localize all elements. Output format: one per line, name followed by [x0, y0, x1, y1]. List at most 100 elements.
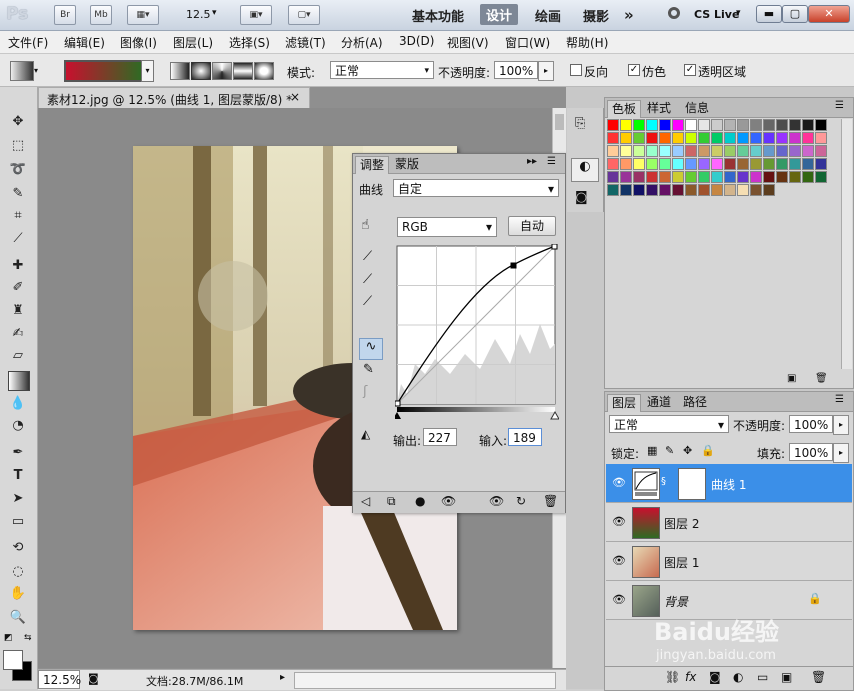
diamond-gradient-icon[interactable] [254, 62, 274, 80]
tab-styles[interactable]: 样式 [643, 100, 675, 117]
color-swatch[interactable] [815, 132, 827, 144]
blur-tool-icon[interactable]: 💧 [8, 395, 28, 413]
color-swatch[interactable] [802, 171, 814, 183]
tab-paths[interactable]: 路径 [679, 394, 711, 411]
color-swatch[interactable] [659, 158, 671, 170]
color-swatch[interactable] [802, 119, 814, 131]
tab-masks[interactable]: 蒙版 [391, 156, 423, 173]
lock-all-icon[interactable]: 🔒 [701, 444, 715, 457]
visibility-eye-icon[interactable]: 👁 [612, 554, 626, 567]
opacity-input[interactable]: 100% [494, 61, 538, 79]
move-tool-icon[interactable]: ✥ [8, 113, 28, 131]
color-swatch[interactable] [789, 132, 801, 144]
lock-transparency-icon[interactable]: ▦ [647, 444, 657, 457]
color-swatch[interactable] [620, 158, 632, 170]
masks-panel-icon[interactable]: ◙ [575, 190, 588, 205]
layer-style-icon[interactable]: fx [685, 670, 696, 684]
color-swatch[interactable] [685, 158, 697, 170]
layer-mask-thumbnail[interactable] [678, 468, 706, 500]
color-swatch[interactable] [685, 132, 697, 144]
color-swatch[interactable] [750, 158, 762, 170]
color-swatch[interactable] [607, 184, 619, 196]
color-swatch[interactable] [646, 171, 658, 183]
color-swatch[interactable] [620, 184, 632, 196]
color-swatch[interactable] [711, 132, 723, 144]
color-swatch[interactable] [620, 171, 632, 183]
arrange-documents-icon[interactable]: ▣▾ [240, 5, 272, 25]
color-swatch[interactable] [698, 171, 710, 183]
visibility-eye-icon[interactable]: 👁 [612, 476, 626, 489]
layer-row-layer2[interactable]: 👁 图层 2 [606, 503, 852, 542]
color-swatch[interactable] [633, 158, 645, 170]
layer-opacity-input[interactable]: 100% [789, 415, 833, 433]
black-point-eyedropper-icon[interactable]: ⟋ [363, 249, 372, 264]
color-swatch[interactable] [750, 184, 762, 196]
radial-gradient-icon[interactable] [191, 62, 211, 80]
color-swatch[interactable] [763, 119, 775, 131]
color-swatch[interactable] [685, 145, 697, 157]
color-swatch[interactable] [620, 132, 632, 144]
color-swatch[interactable] [607, 119, 619, 131]
swatch-grid[interactable] [607, 119, 837, 204]
color-swatch[interactable] [698, 158, 710, 170]
color-swatch[interactable] [724, 171, 736, 183]
workspace-painting[interactable]: 绘画 [535, 6, 561, 25]
color-swatch[interactable] [750, 132, 762, 144]
swatches-scrollbar[interactable] [841, 119, 852, 369]
color-swatch[interactable] [711, 184, 723, 196]
color-swatch[interactable] [672, 119, 684, 131]
color-swatch[interactable] [750, 119, 762, 131]
tab-layers[interactable]: 图层 [607, 394, 642, 412]
new-group-icon[interactable]: ▭ [757, 670, 768, 684]
link-icon[interactable]: § [661, 476, 666, 487]
histogram-warning-icon[interactable]: ◭ [361, 427, 370, 441]
chevron-right-icon[interactable]: ▸ [538, 61, 554, 81]
color-swatch[interactable] [672, 184, 684, 196]
cs-live-button[interactable]: CS Live [694, 8, 739, 21]
menu-edit[interactable]: 编辑(E) [64, 34, 105, 51]
zoom-input[interactable]: 12.5% [38, 670, 81, 689]
color-swatch[interactable] [698, 119, 710, 131]
chevron-down-icon[interactable]: ▾ [736, 8, 741, 18]
chevron-right-icon[interactable]: ▸ [833, 415, 849, 435]
horizontal-scrollbar[interactable] [294, 672, 556, 689]
clone-stamp-tool-icon[interactable]: ♜ [8, 302, 28, 320]
workspace-photography[interactable]: 摄影 [583, 6, 609, 25]
trash-icon[interactable]: 🗑 [543, 494, 558, 508]
chevron-down-icon[interactable]: ▾ [141, 60, 154, 82]
collapse-panel-icon[interactable]: ▸▸ [527, 156, 537, 167]
layer-row-layer1[interactable]: 👁 图层 1 [606, 542, 852, 581]
close-tab-icon[interactable]: × [290, 90, 300, 104]
gradient-picker[interactable] [64, 60, 144, 82]
menu-help[interactable]: 帮助(H) [566, 34, 608, 51]
mini-bridge-button[interactable]: Mb [90, 5, 112, 25]
visibility-eye-icon[interactable]: 👁 [612, 593, 626, 606]
history-panel-icon[interactable]: ⎘ [575, 116, 585, 131]
smooth-curve-icon[interactable]: ʃ [363, 384, 367, 399]
color-swatch[interactable] [724, 132, 736, 144]
color-swatch[interactable] [763, 145, 775, 157]
status-info-icon[interactable]: ◙ [88, 672, 99, 685]
color-swatch[interactable] [659, 132, 671, 144]
gray-point-eyedropper-icon[interactable]: ⟋ [363, 272, 372, 287]
color-swatch[interactable] [685, 119, 697, 131]
dither-checkbox[interactable]: ✓ [628, 64, 640, 76]
view-previous-state-icon[interactable]: 👁 [489, 494, 504, 508]
reset-icon[interactable]: ↻ [516, 494, 526, 508]
color-swatch[interactable] [646, 145, 658, 157]
color-swatch[interactable] [646, 184, 658, 196]
color-swatch[interactable] [607, 145, 619, 157]
transparency-checkbox[interactable]: ✓ [684, 64, 696, 76]
curves-graph[interactable] [395, 244, 559, 420]
color-swatch[interactable] [802, 132, 814, 144]
zoom-tool-icon[interactable]: 🔍 [8, 609, 28, 627]
color-swatch[interactable] [737, 145, 749, 157]
color-swatch[interactable] [724, 184, 736, 196]
path-selection-tool-icon[interactable]: ➤ [8, 490, 28, 508]
color-swatch[interactable] [633, 145, 645, 157]
chevron-down-icon[interactable]: ▾ [34, 66, 38, 75]
pencil-draw-icon[interactable]: ✎ [363, 362, 374, 377]
color-swatch[interactable] [737, 171, 749, 183]
color-swatch[interactable] [750, 171, 762, 183]
history-brush-tool-icon[interactable]: ✍ [8, 325, 28, 343]
